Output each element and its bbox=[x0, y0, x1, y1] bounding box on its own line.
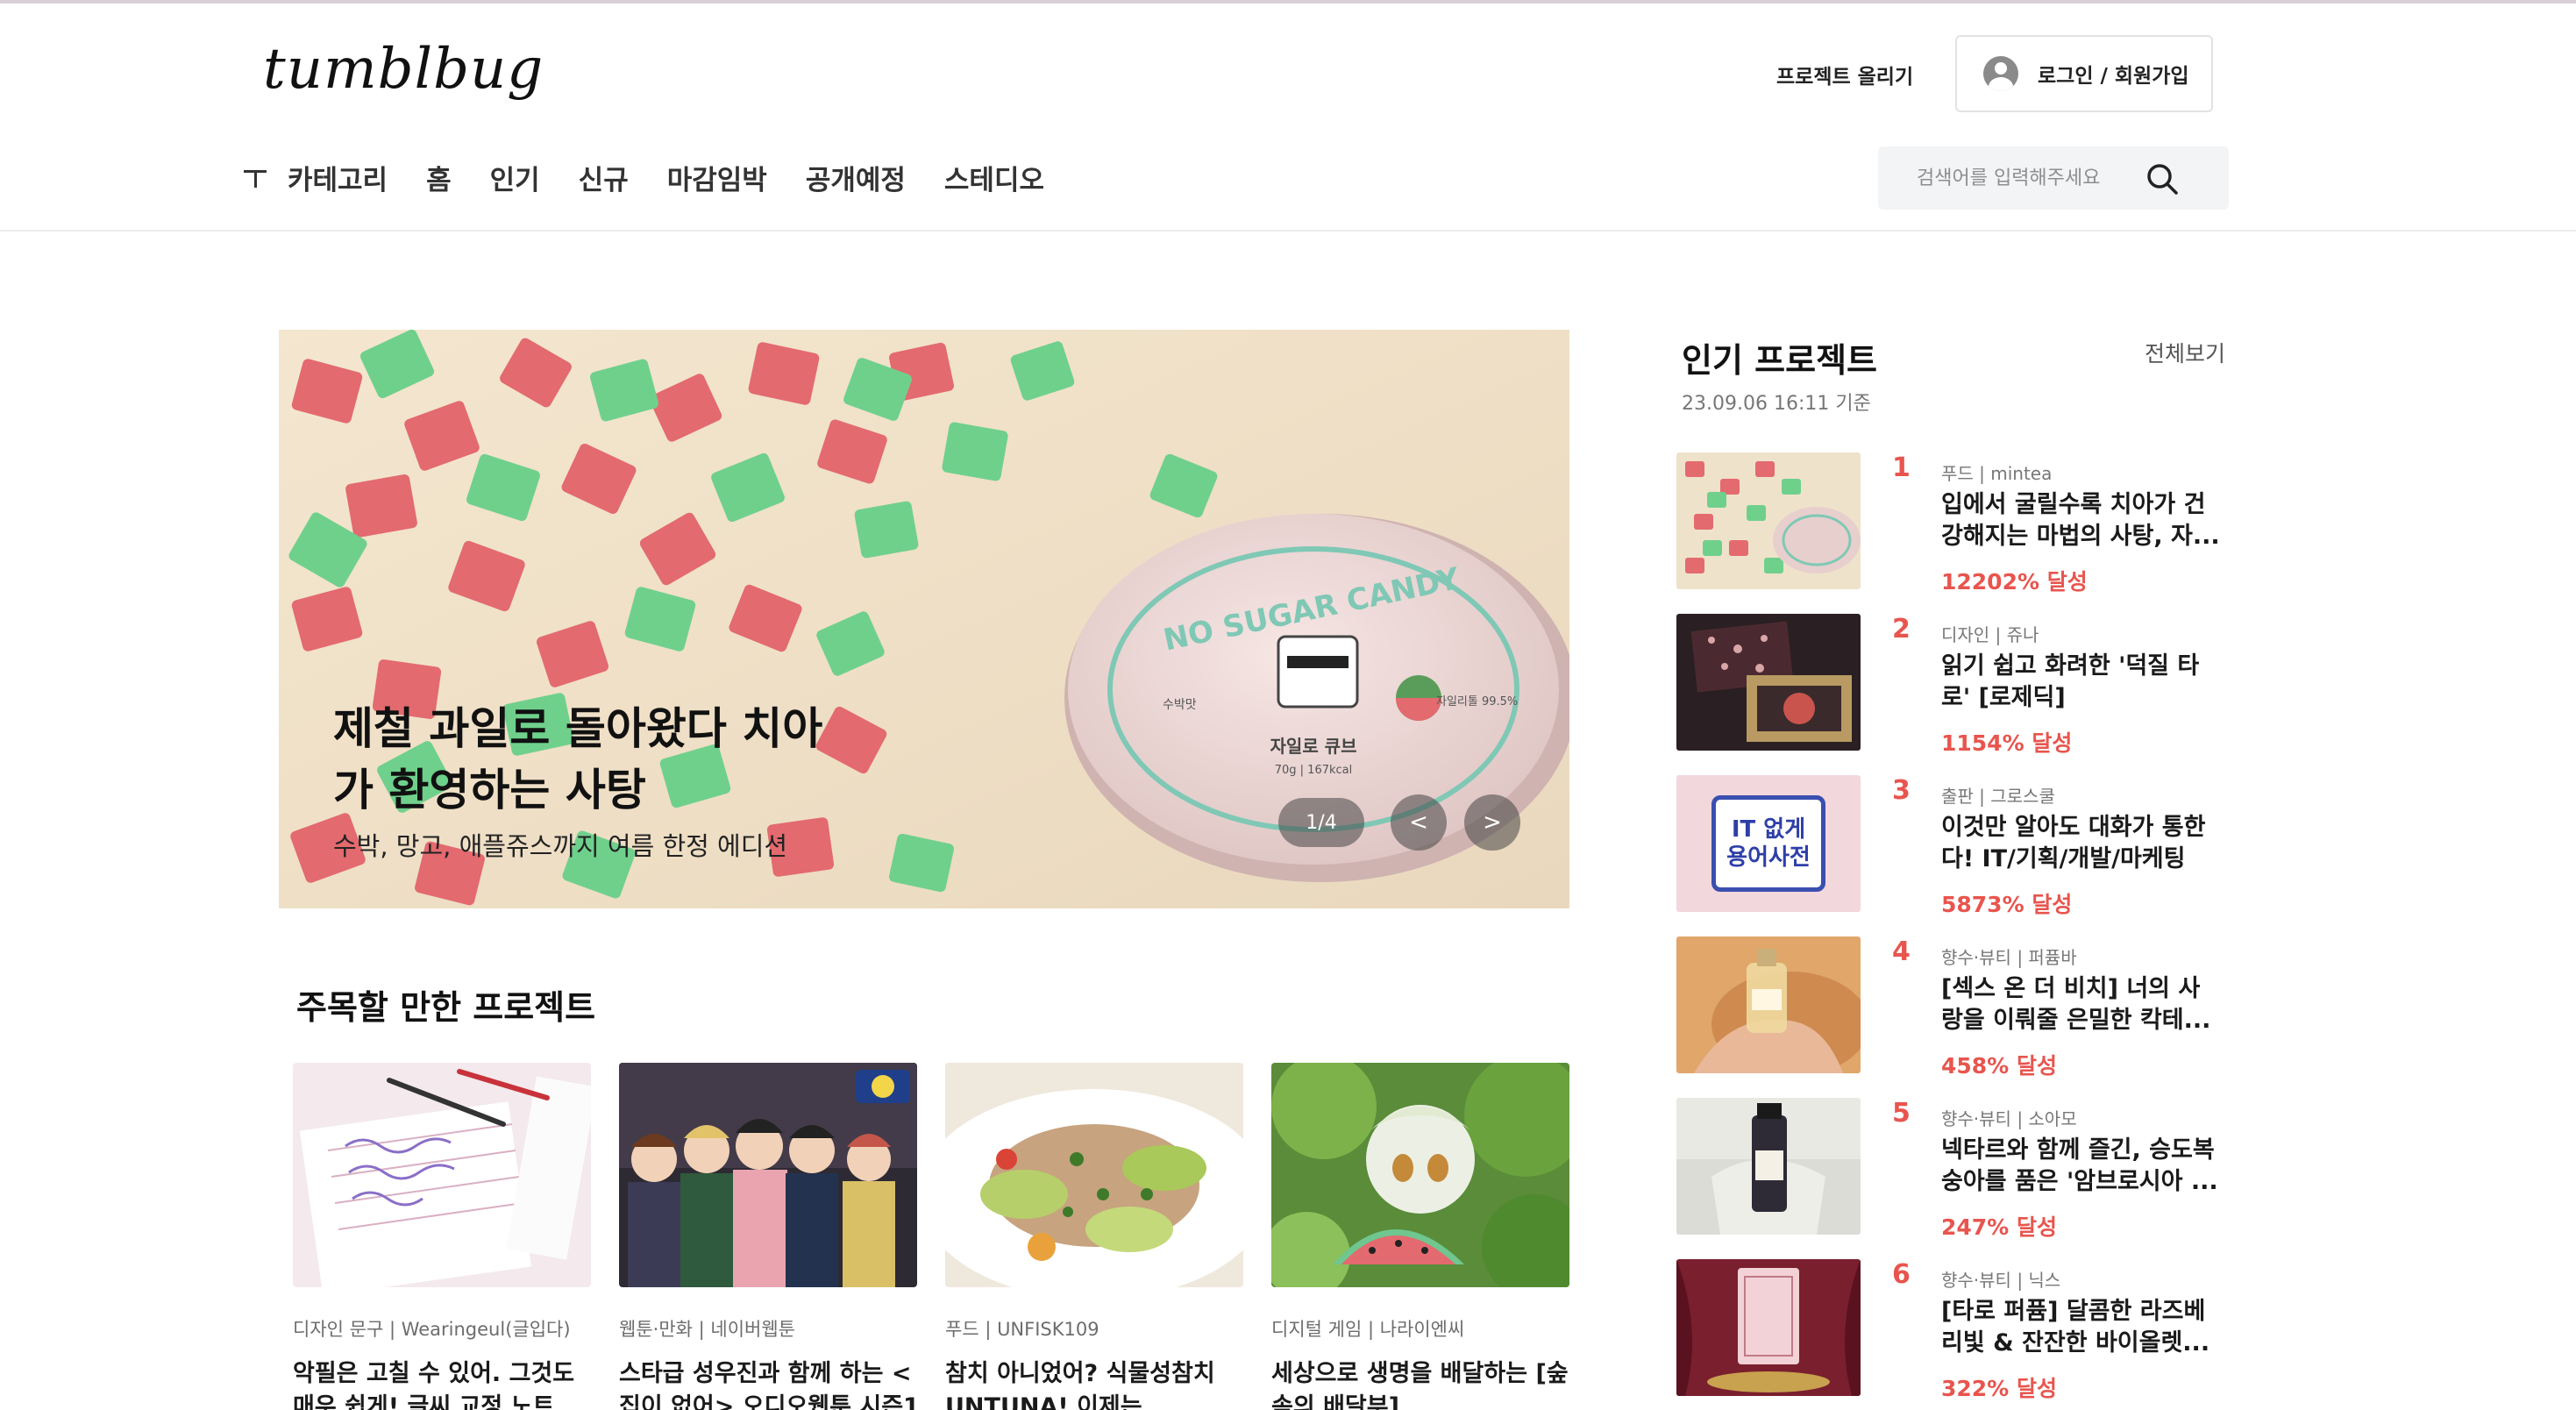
svg-text:수박맛: 수박맛 bbox=[1163, 698, 1197, 712]
category-menu-icon[interactable] bbox=[244, 165, 268, 191]
candy-thumb bbox=[1676, 452, 1861, 589]
popular-title[interactable]: 넥타르와 함께 즐긴, 승도복숭아를 품은 '암브로시아 ... bbox=[1941, 1135, 2220, 1198]
noteworthy-section-title: 주목할 만한 프로젝트 bbox=[296, 988, 596, 1027]
card-meta: 푸드 | UNFISK109 bbox=[945, 1319, 1099, 1340]
tuna-salad-thumb bbox=[919, 1063, 1270, 1300]
popular-list-item[interactable]: IT 없게 용어사전 3 출판 | 그로스쿨 이것만 알아도 대화가 통한다! … bbox=[1676, 775, 2238, 917]
card-title[interactable]: 세상으로 생명을 배달하는 [숲속의 배달부] bbox=[1271, 1357, 1573, 1410]
popular-title[interactable]: 입에서 굴릴수록 치아가 건강해지는 마법의 사탕, 자... bbox=[1941, 489, 2220, 552]
tarot-perfume-thumb bbox=[1676, 1259, 1861, 1396]
popular-rank: 1 bbox=[1892, 452, 1911, 483]
nav-new[interactable]: 신규 bbox=[579, 158, 629, 197]
popular-list-item[interactable]: 1 푸드 | mintea 입에서 굴릴수록 치아가 건강해지는 마법의 사탕,… bbox=[1676, 452, 2238, 595]
popular-achievement-rate: 12202% 달성 bbox=[1941, 569, 2088, 595]
card-meta: 디자인 문구 | Wearingeul(글입다) bbox=[293, 1319, 571, 1340]
popular-list-item[interactable]: 2 디자인 | 쥬나 읽기 쉽고 화려한 '덕질 타로' [로제딕] 1154%… bbox=[1676, 614, 2238, 756]
popular-list-item[interactable]: 5 향수·뷰티 | 소아모 넥타르와 함께 즐긴, 승도복숭아를 품은 '암브로… bbox=[1676, 1098, 2238, 1240]
hero-banner[interactable]: NO SUGAR CANDY 자일로 큐브 70g | 167kcal 수박맛 … bbox=[279, 330, 1569, 908]
card-title[interactable]: 스타급 성우진과 함께 하는 <집이 없어> 오디오웹툰 시즌1 bbox=[619, 1357, 921, 1410]
nav-popular[interactable]: 인기 bbox=[490, 158, 540, 197]
card-meta: 디지털 게임 | 나라이엔씨 bbox=[1271, 1319, 1465, 1340]
hero-title: 제철 과일로 돌아왔다 치아가 환영하는 사탕 bbox=[333, 703, 823, 815]
noteworthy-cards: 디자인 문구 | Wearingeul(글입다) 악필은 고칠 수 있어. 그것… bbox=[293, 1054, 1587, 1410]
popular-title[interactable]: 읽기 쉽고 화려한 '덕질 타로' [로제딕] bbox=[1941, 651, 2220, 714]
popular-section-title: 인기 프로젝트 bbox=[1682, 341, 1877, 380]
project-card[interactable]: 디지털 게임 | 나라이엔씨 세상으로 생명을 배달하는 [숲속의 배달부] bbox=[1263, 1054, 1587, 1410]
popular-view-all-link[interactable]: 전체보기 bbox=[2145, 337, 2225, 368]
webtoon-characters-thumb bbox=[619, 1063, 917, 1287]
popular-rank: 6 bbox=[1892, 1259, 1911, 1290]
popular-rank: 4 bbox=[1892, 936, 1911, 967]
svg-text:자일리톨 99.5%: 자일리톨 99.5% bbox=[1436, 695, 1518, 709]
popular-timestamp: 23.09.06 16:11 기준 bbox=[1682, 393, 1871, 415]
nav-closing-soon[interactable]: 마감임박 bbox=[667, 158, 767, 197]
popular-list-item[interactable]: 4 향수·뷰티 | 퍼퓸바 [섹스 온 더 비치] 너의 사랑을 이뤄줄 은밀한… bbox=[1676, 936, 2238, 1079]
popular-achievement-rate: 247% 달성 bbox=[1941, 1214, 2057, 1240]
popular-meta: 푸드 | mintea bbox=[1941, 463, 2053, 484]
search-input[interactable] bbox=[1917, 167, 2153, 189]
popular-meta: 향수·뷰티 | 소아모 bbox=[1941, 1108, 2077, 1129]
popular-rank: 5 bbox=[1892, 1098, 1911, 1129]
popular-achievement-rate: 1154% 달성 bbox=[1941, 730, 2073, 756]
forest-delivery-game-thumb bbox=[1263, 1054, 1587, 1300]
login-signup-button[interactable]: 로그인 / 회원가입 bbox=[1955, 35, 2213, 112]
card-meta: 웹툰·만화 | 네이버웹툰 bbox=[619, 1319, 795, 1340]
project-card[interactable]: 웹툰·만화 | 네이버웹툰 스타급 성우진과 함께 하는 <집이 없어> 오디오… bbox=[619, 1063, 920, 1410]
handwriting-notebook-thumb bbox=[293, 1063, 597, 1296]
header-divider bbox=[0, 230, 2576, 231]
search-icon[interactable] bbox=[2145, 161, 2180, 196]
popular-meta: 출판 | 그로스쿨 bbox=[1941, 786, 2055, 807]
perfume-hand-thumb bbox=[1676, 936, 1861, 1073]
search-box bbox=[1878, 146, 2229, 210]
book-cover-title: IT 없게 용어사전 bbox=[1726, 816, 1811, 871]
upload-project-link[interactable]: 프로젝트 올리기 bbox=[1776, 60, 1913, 89]
it-dictionary-thumb: IT 없게 용어사전 bbox=[1676, 775, 1861, 912]
perfume-bottle-thumb bbox=[1676, 1098, 1861, 1235]
popular-meta: 향수·뷰티 | 퍼퓸바 bbox=[1941, 947, 2077, 968]
tarot-deck-thumb bbox=[1676, 614, 1861, 751]
popular-achievement-rate: 458% 달성 bbox=[1941, 1053, 2057, 1079]
card-title[interactable]: 참치 아니었어? 식물성참치 UNTUNA! 이제는 bbox=[945, 1357, 1247, 1410]
popular-title[interactable]: [타로 퍼퓸] 달콤한 라즈베리빛 & 잔잔한 바이올렛... bbox=[1941, 1296, 2220, 1359]
popular-rank: 3 bbox=[1892, 775, 1911, 806]
hero-pager: 1/4 bbox=[1278, 798, 1364, 847]
nav-upcoming[interactable]: 공개예정 bbox=[806, 158, 906, 197]
nav-home[interactable]: 홈 bbox=[426, 158, 452, 197]
login-signup-label: 로그인 / 회원가입 bbox=[2038, 65, 2189, 88]
svg-text:70g | 167kcal: 70g | 167kcal bbox=[1275, 764, 1353, 777]
popular-achievement-rate: 322% 달성 bbox=[1941, 1376, 2057, 1401]
popular-rank: 2 bbox=[1892, 614, 1911, 644]
hero-prev-arrow-icon[interactable]: < bbox=[1391, 794, 1447, 851]
hero-candy-image: NO SUGAR CANDY 자일로 큐브 70g | 167kcal 수박맛 … bbox=[279, 330, 1569, 908]
hero-next-arrow-icon[interactable]: > bbox=[1464, 794, 1520, 851]
tumblbug-logo[interactable]: tumblbug bbox=[263, 37, 544, 102]
main-nav: 카테고리 홈 인기 신규 마감임박 공개예정 스테디오 bbox=[244, 158, 1083, 197]
popular-achievement-rate: 5873% 달성 bbox=[1941, 892, 2073, 917]
top-border bbox=[0, 0, 2576, 4]
popular-meta: 향수·뷰티 | 닉스 bbox=[1941, 1270, 2061, 1291]
card-title[interactable]: 악필은 고칠 수 있어. 그것도 매우 쉽게! 글씨 교정 노트 bbox=[293, 1357, 594, 1410]
popular-title[interactable]: [섹스 온 더 비치] 너의 사랑을 이뤄줄 은밀한 칵테... bbox=[1941, 973, 2220, 1036]
nav-steady[interactable]: 스테디오 bbox=[944, 158, 1044, 197]
popular-meta: 디자인 | 쥬나 bbox=[1941, 624, 2039, 645]
project-card[interactable]: 디자인 문구 | Wearingeul(글입다) 악필은 고칠 수 있어. 그것… bbox=[293, 1063, 597, 1410]
hero-subtitle: 수박, 망고, 애플쥬스까지 여름 한정 에디션 bbox=[333, 831, 788, 861]
book-cover: IT 없게 용어사전 bbox=[1711, 795, 1825, 892]
user-avatar-icon bbox=[1983, 56, 2018, 91]
popular-list-item[interactable]: 6 향수·뷰티 | 닉스 [타로 퍼퓸] 달콤한 라즈베리빛 & 잔잔한 바이올… bbox=[1676, 1259, 2238, 1401]
svg-text:자일로 큐브: 자일로 큐브 bbox=[1270, 736, 1357, 757]
nav-category[interactable]: 카테고리 bbox=[288, 158, 388, 197]
project-card[interactable]: 푸드 | UNFISK109 참치 아니었어? 식물성참치 UNTUNA! 이제… bbox=[919, 1063, 1270, 1410]
popular-title[interactable]: 이것만 알아도 대화가 통한다! IT/기획/개발/마케팅 ... bbox=[1941, 812, 2220, 875]
